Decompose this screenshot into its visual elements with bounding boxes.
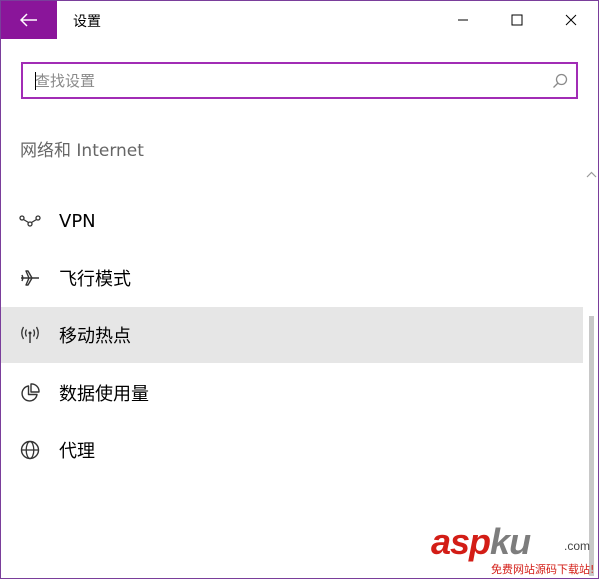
nav-item-data-usage[interactable]: 数据使用量 [1, 365, 583, 421]
nav-item-mobile-hotspot[interactable]: 移动热点 [1, 307, 583, 363]
hotspot-icon [19, 324, 41, 346]
search-icon[interactable] [552, 73, 568, 89]
back-arrow-icon [20, 13, 37, 27]
minimize-button[interactable] [436, 1, 490, 39]
search-input[interactable] [35, 64, 545, 97]
window-title: 设置 [73, 14, 101, 30]
maximize-button[interactable] [490, 1, 544, 39]
nav-item-vpn[interactable]: VPN [1, 193, 583, 249]
settings-window: 设置 网络和 Internet [0, 0, 599, 579]
search-box[interactable] [21, 62, 578, 99]
nav-item-label: 飞行模式 [59, 269, 131, 290]
nav-item-proxy[interactable]: 代理 [1, 422, 583, 478]
nav-item-airplane-mode[interactable]: 飞行模式 [1, 250, 583, 306]
airplane-icon [19, 267, 41, 289]
nav-item-label: 移动热点 [59, 326, 131, 347]
globe-icon [19, 439, 41, 461]
section-title: 网络和 Internet [20, 141, 144, 161]
watermark-logo-suffix: .com [564, 539, 591, 553]
maximize-icon [511, 14, 523, 26]
data-usage-icon [19, 382, 41, 404]
minimize-icon [458, 19, 468, 21]
text-caret [35, 72, 36, 90]
vpn-icon [19, 210, 41, 232]
title-bar: 设置 [1, 1, 598, 39]
close-button[interactable] [544, 1, 598, 39]
watermark-subtitle: 免费网站源码下载站! [491, 563, 595, 576]
close-icon [565, 14, 577, 26]
watermark: aspku .com 免费网站源码下载站! [431, 521, 596, 577]
nav-item-label: 数据使用量 [59, 384, 149, 405]
back-button[interactable] [1, 1, 57, 39]
scroll-up-icon[interactable] [586, 171, 597, 179]
nav-item-label: VPN [59, 210, 96, 232]
scrollbar[interactable] [585, 171, 598, 578]
nav-item-label: 代理 [59, 441, 95, 462]
watermark-logo: aspku [431, 521, 531, 562]
